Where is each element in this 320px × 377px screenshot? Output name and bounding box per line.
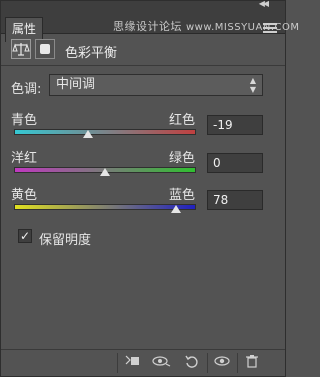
- slider-left-label: 洋红: [11, 151, 38, 166]
- slider-value-input[interactable]: 0: [207, 153, 263, 173]
- slider-value-input[interactable]: 78: [207, 190, 263, 210]
- slider-thumb[interactable]: [171, 205, 181, 213]
- visibility-icon[interactable]: [211, 354, 233, 372]
- tone-select[interactable]: 中间调 ▲ ▼: [49, 74, 263, 96]
- view-previous-icon[interactable]: [151, 354, 173, 372]
- chevron-updown-icon: ▲ ▼: [249, 76, 256, 94]
- preserve-luminosity-checkbox[interactable]: ✓: [18, 229, 32, 243]
- color-slider-track[interactable]: [14, 129, 196, 135]
- divider: [207, 353, 208, 373]
- slider-right-label: 蓝色: [169, 188, 196, 203]
- trash-icon[interactable]: [241, 354, 263, 372]
- slider-right-label: 绿色: [169, 151, 196, 166]
- divider: [117, 353, 118, 373]
- adjustment-title: 色彩平衡: [65, 46, 118, 61]
- panel-topbar: ◀◀: [1, 0, 285, 9]
- divider: [1, 65, 285, 66]
- preserve-luminosity-label: 保留明度: [39, 233, 92, 248]
- clip-to-layer-icon[interactable]: [121, 354, 143, 372]
- properties-panel: ◀◀ 属性 思缘设计论坛 www.MISSYUAN.COM 色彩平衡 色调: 中…: [0, 0, 299, 377]
- tone-select-value: 中间调: [56, 77, 96, 92]
- panel-footer: [1, 349, 285, 376]
- slider-value-input[interactable]: -19: [207, 115, 263, 135]
- slider-left-label: 青色: [11, 113, 38, 128]
- divider: [237, 353, 238, 373]
- color-slider-track[interactable]: [14, 204, 196, 210]
- tone-label: 色调:: [11, 82, 42, 97]
- balance-scale-icon[interactable]: [11, 39, 31, 59]
- slider-thumb[interactable]: [100, 168, 110, 176]
- slider-thumb[interactable]: [83, 130, 93, 138]
- mask-icon[interactable]: [35, 39, 55, 59]
- slider-right-label: 红色: [169, 113, 196, 128]
- collapse-panel-icon[interactable]: ◀◀: [259, 0, 269, 8]
- panel-header: 色彩平衡: [1, 34, 285, 64]
- tab-row: 属性 思缘设计论坛 www.MISSYUAN.COM: [1, 9, 299, 42]
- reset-icon[interactable]: [181, 354, 203, 372]
- slider-left-label: 黄色: [11, 188, 38, 203]
